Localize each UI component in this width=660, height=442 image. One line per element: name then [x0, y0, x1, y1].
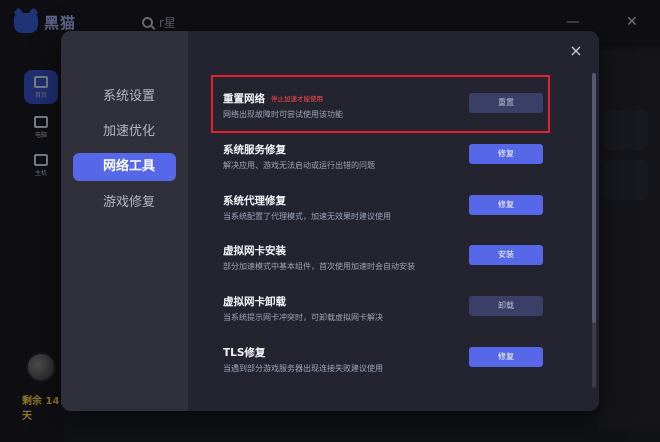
menu-item-network-tools[interactable]: 网络工具 [73, 153, 176, 181]
virtual-nic-install-button[interactable]: 安装 [469, 245, 543, 265]
tls-repair-button[interactable]: 修复 [469, 347, 543, 367]
tool-title: 重置网络 [223, 92, 265, 105]
system-service-repair-button[interactable]: 修复 [469, 144, 543, 164]
reset-network-button[interactable]: 重置 [469, 93, 543, 113]
tool-title: 系统服务修复 [223, 143, 286, 156]
menu-item-game-repair[interactable]: 游戏修复 [73, 189, 176, 217]
virtual-nic-uninstall-button[interactable]: 卸载 [469, 296, 543, 316]
menu-item-acceleration-optimization[interactable]: 加速优化 [73, 118, 176, 146]
tool-title: 虚拟网卡卸载 [223, 295, 286, 308]
network-tools-dialog: 系统设置 加速优化 网络工具 游戏修复 × 重置网络 停止加速才能使用 网络出现… [61, 31, 599, 411]
menu-item-system-settings[interactable]: 系统设置 [73, 83, 176, 111]
system-proxy-repair-button[interactable]: 修复 [469, 195, 543, 215]
tool-warning: 停止加速才能使用 [271, 95, 323, 103]
tool-title: TLS修复 [223, 346, 266, 359]
scrollbar-thumb[interactable] [592, 73, 596, 323]
tool-title: 系统代理修复 [223, 194, 286, 207]
close-icon[interactable]: × [567, 42, 585, 60]
tool-title: 虚拟网卡安装 [223, 244, 286, 257]
scrollbar[interactable] [592, 73, 596, 388]
dialog-menu: 系统设置 加速优化 网络工具 游戏修复 [61, 31, 188, 411]
